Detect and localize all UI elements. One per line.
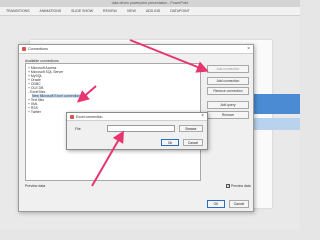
excel-dialog-title: Excel connection: [76, 114, 103, 119]
tab-view[interactable]: VIEW: [127, 9, 136, 13]
app-icon: [22, 47, 26, 51]
excel-ok-button[interactable]: Ok: [161, 139, 179, 146]
ok-button[interactable]: OK: [207, 200, 225, 208]
tab-add-ins[interactable]: ADD-INS: [146, 9, 160, 13]
add-connection-top-button[interactable]: Add connection: [207, 65, 249, 73]
preview-data-label: Preview data: [25, 184, 46, 188]
close-icon[interactable]: ×: [201, 113, 204, 119]
checkbox-checked-icon[interactable]: ✓: [226, 184, 230, 188]
tab-datapoint[interactable]: DATAPOINT: [170, 9, 190, 13]
add-query-button[interactable]: Add query: [207, 101, 249, 109]
dialog-titlebar: Connections ×: [19, 45, 253, 54]
preview-data-checkbox-label: Preview data: [231, 184, 251, 188]
tab-slide-show[interactable]: SLIDE SHOW: [71, 9, 93, 13]
close-icon[interactable]: ×: [247, 46, 250, 52]
tab-review[interactable]: REVIEW: [103, 9, 117, 13]
file-label: File: [75, 127, 81, 131]
excel-connection-dialog: Excel connection × File Browse Ok Cancel: [66, 112, 208, 150]
remove-connection-button[interactable]: Remove connection: [207, 87, 249, 95]
excel-cancel-button[interactable]: Cancel: [183, 139, 203, 146]
browse-button[interactable]: Browse: [179, 125, 203, 132]
dialog-title: Connections: [28, 47, 48, 51]
ribbon-tabs: TRANSITIONS ANIMATIONS SLIDE SHOW REVIEW…: [0, 7, 300, 16]
tree-item-twitter[interactable]: + Twitter: [28, 110, 41, 114]
file-path-input[interactable]: [107, 125, 175, 132]
remove-button[interactable]: Remove: [207, 111, 249, 119]
excel-dialog-titlebar: Excel connection ×: [67, 113, 207, 121]
add-connection-button[interactable]: Add connection: [207, 77, 249, 85]
window-title: data driven powerpoint presentation - Po…: [0, 0, 300, 7]
app-icon: [70, 114, 74, 119]
cancel-button[interactable]: Cancel: [229, 200, 249, 208]
tab-transitions[interactable]: TRANSITIONS: [6, 9, 30, 13]
preview-data-checkbox[interactable]: ✓ Preview data: [226, 184, 251, 188]
tab-animations[interactable]: ANIMATIONS: [40, 9, 62, 13]
